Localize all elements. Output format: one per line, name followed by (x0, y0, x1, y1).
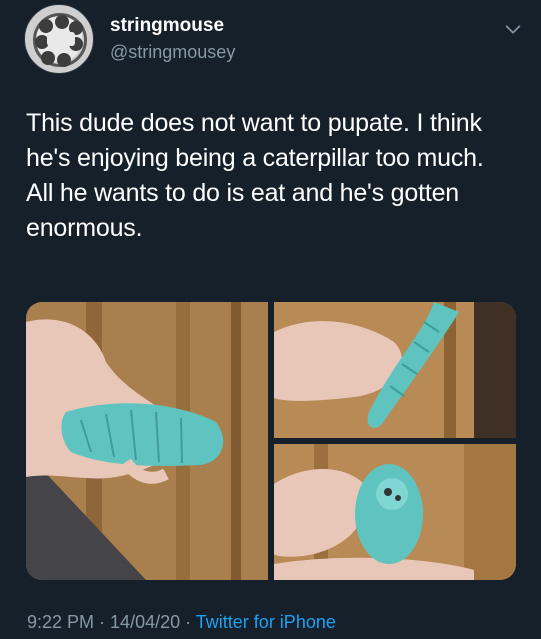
tweet-text: This dude does not want to pupate. I thi… (26, 109, 484, 242)
caterpillar-photo-3[interactable] (274, 444, 516, 580)
avatar[interactable] (24, 4, 94, 74)
chevron-down-icon[interactable] (502, 18, 524, 40)
tweet-source-link[interactable]: Twitter for iPhone (196, 612, 336, 632)
display-name[interactable]: stringmouse (110, 15, 224, 37)
tweet-time[interactable]: 9:22 PM (27, 612, 94, 632)
tweet-date[interactable]: 14/04/20 (110, 612, 180, 632)
media-grid (26, 302, 516, 580)
tweet-header: stringmouse @stringmousey (24, 4, 524, 76)
meta-separator: · (180, 612, 196, 632)
caterpillar-photo-1[interactable] (26, 302, 268, 580)
meta-separator: · (94, 612, 111, 632)
tweet-meta: 9:22 PM · 14/04/20 · Twitter for iPhone (27, 612, 336, 633)
caterpillar-photo-2[interactable] (274, 302, 516, 438)
user-handle[interactable]: @stringmousey (110, 42, 235, 63)
tweet-card: stringmouse @stringmousey This dude does… (0, 0, 541, 639)
